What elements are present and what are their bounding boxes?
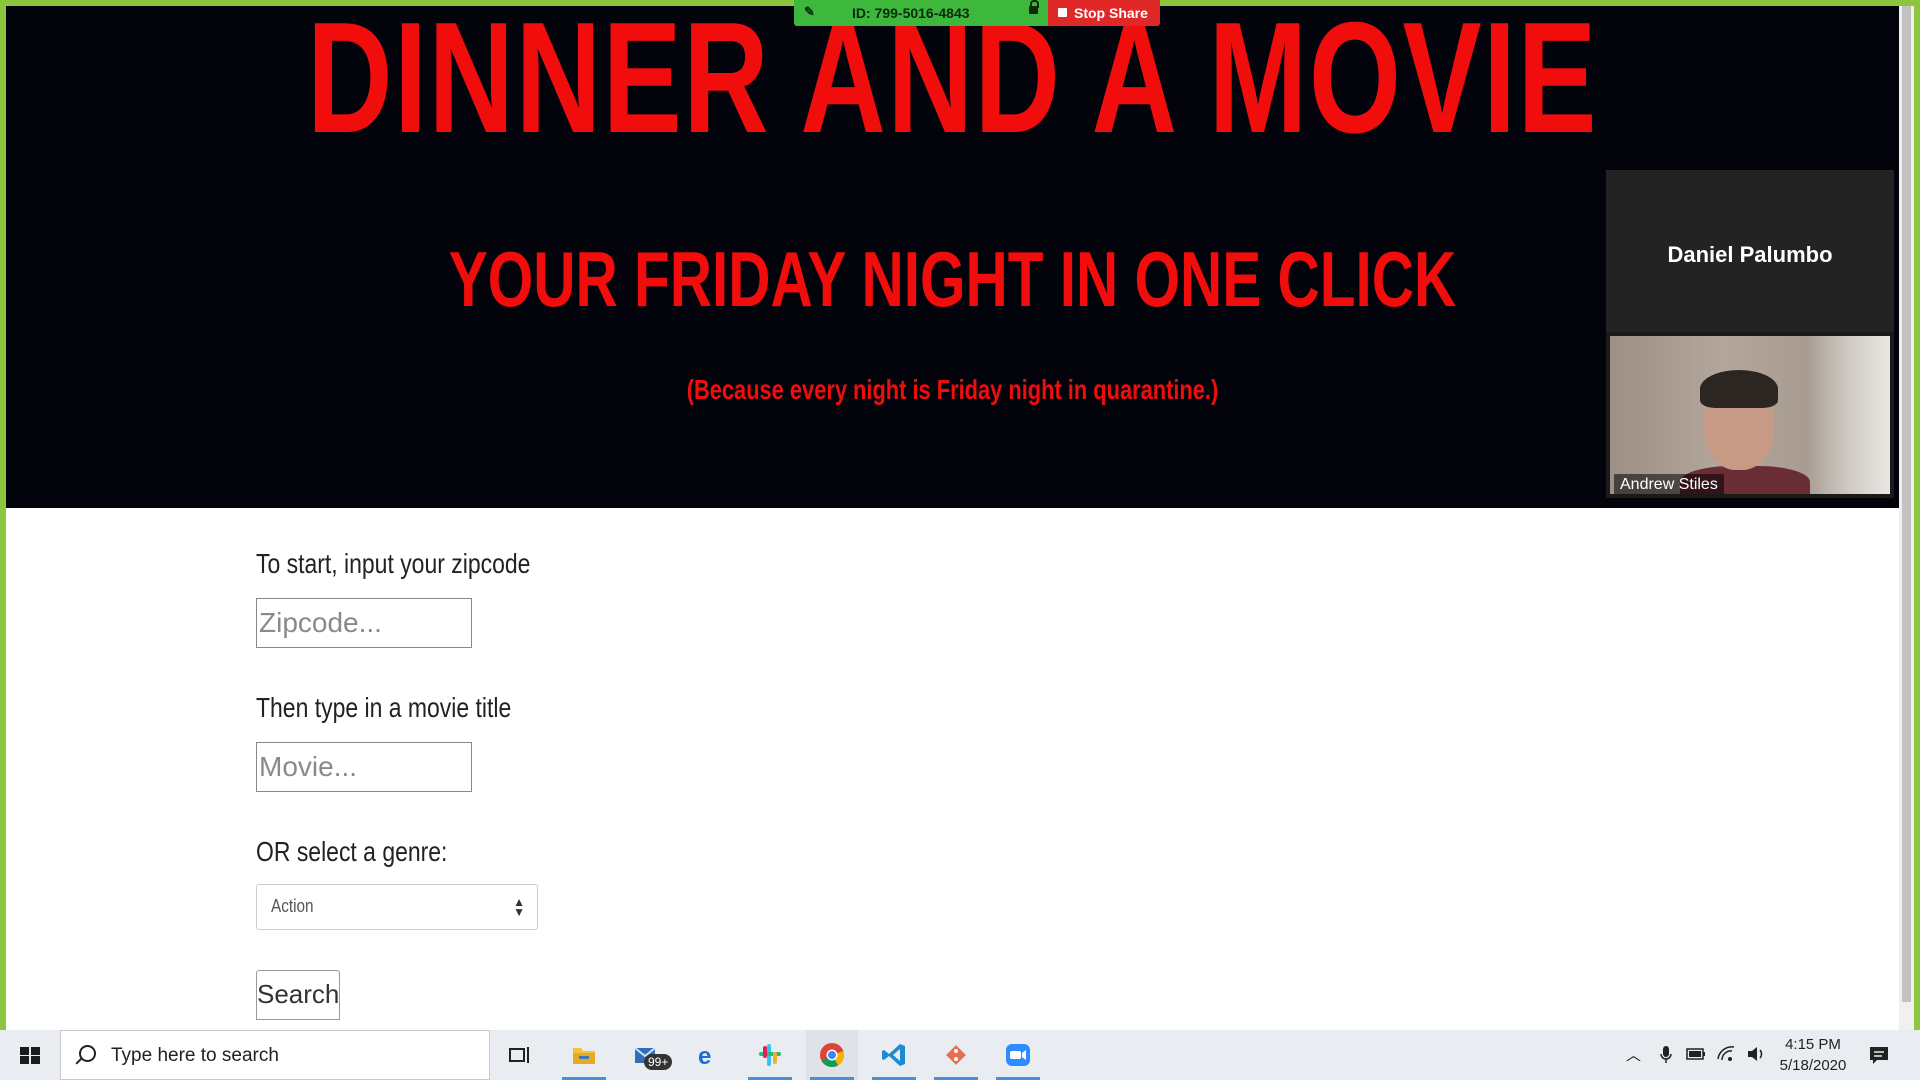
stop-icon <box>1058 8 1067 17</box>
volume-icon[interactable] <box>1746 1045 1766 1063</box>
lock-icon <box>1029 0 1039 14</box>
movie-input[interactable] <box>256 742 472 792</box>
movie-label: Then type in a movie title <box>256 692 512 723</box>
genre-select[interactable]: Action ▲ ▼ <box>256 884 538 930</box>
task-view-icon <box>509 1047 529 1063</box>
zipcode-input[interactable] <box>256 598 472 648</box>
search-form: To start, input your zipcode Then type i… <box>256 548 591 1020</box>
genre-label: OR select a genre: <box>256 836 448 867</box>
chrome-button[interactable] <box>806 1030 858 1080</box>
clock-time: 4:15 PM <box>1785 1036 1841 1053</box>
select-arrows-icon: ▲ ▼ <box>513 895 525 919</box>
scrollbar-thumb[interactable] <box>1902 6 1911 1002</box>
zip-label: To start, input your zipcode <box>256 548 531 579</box>
search-button[interactable]: Search <box>256 970 340 1020</box>
svg-text:e: e <box>698 1043 711 1068</box>
mail-button[interactable]: 99+ <box>620 1030 673 1080</box>
genre-select-value: Action <box>271 896 314 916</box>
folder-icon <box>573 1048 595 1064</box>
microphone-icon[interactable] <box>1660 1045 1672 1065</box>
meeting-info[interactable]: ✎ ID: 799-5016-4843 <box>794 0 1048 26</box>
stop-share-label: Stop Share <box>1074 5 1148 21</box>
pin-icon: ✎ <box>804 4 815 19</box>
zoom-button[interactable] <box>992 1030 1044 1080</box>
slack-button[interactable] <box>744 1030 796 1080</box>
mail-badge: 99+ <box>644 1054 673 1070</box>
meeting-id: ID: 799-5016-4843 <box>852 5 970 21</box>
start-button[interactable] <box>0 1030 60 1080</box>
speaker-name: Daniel Palumbo <box>1667 242 1833 267</box>
search-icon <box>79 1045 96 1062</box>
participant-name: Andrew Stiles <box>1614 474 1724 494</box>
edge-button[interactable]: e <box>682 1030 734 1080</box>
taskbar-search-placeholder: Type here to search <box>111 1045 279 1066</box>
slack-icon <box>759 1044 781 1066</box>
video-person-hair <box>1700 370 1778 408</box>
stop-share-button[interactable]: Stop Share <box>1048 0 1160 26</box>
hero-note: (Because every night is Friday night in … <box>686 374 1219 405</box>
taskbar-clock[interactable]: 4:15 PM 5/18/2020 <box>1774 1034 1852 1076</box>
active-speaker-tile: Daniel Palumbo <box>1606 170 1894 332</box>
vscode-button[interactable] <box>868 1030 920 1080</box>
zoom-video-panel[interactable]: Daniel Palumbo Andrew Stiles <box>1606 170 1894 498</box>
edge-icon: e <box>698 1043 711 1068</box>
git-icon <box>946 1045 966 1065</box>
chrome-icon <box>820 1043 845 1068</box>
battery-icon[interactable] <box>1686 1048 1706 1060</box>
notification-icon[interactable] <box>1868 1044 1890 1066</box>
clock-date: 5/18/2020 <box>1779 1057 1847 1074</box>
file-explorer-button[interactable] <box>558 1030 610 1080</box>
wifi-icon[interactable] <box>1716 1045 1736 1063</box>
hero-subtitle: YOUR FRIDAY NIGHT IN ONE CLICK <box>448 235 1457 323</box>
zoom-share-toolbar: ✎ ID: 799-5016-4843 Stop Share <box>794 0 1160 26</box>
chevron-up-icon[interactable]: ︿ <box>1626 1044 1641 1065</box>
windows-taskbar: Type here to search 99+ e ︿ 4:15 PM 5/18… <box>0 1030 1920 1080</box>
zoom-icon <box>1006 1044 1030 1066</box>
windows-logo-icon <box>20 1047 40 1064</box>
taskbar-search[interactable]: Type here to search <box>60 1030 490 1080</box>
participant-video: Andrew Stiles <box>1610 336 1890 494</box>
task-view-button[interactable] <box>494 1030 546 1080</box>
git-button[interactable] <box>930 1030 982 1080</box>
vscode-icon <box>882 1044 905 1066</box>
page-scrollbar[interactable] <box>1899 6 1914 1030</box>
